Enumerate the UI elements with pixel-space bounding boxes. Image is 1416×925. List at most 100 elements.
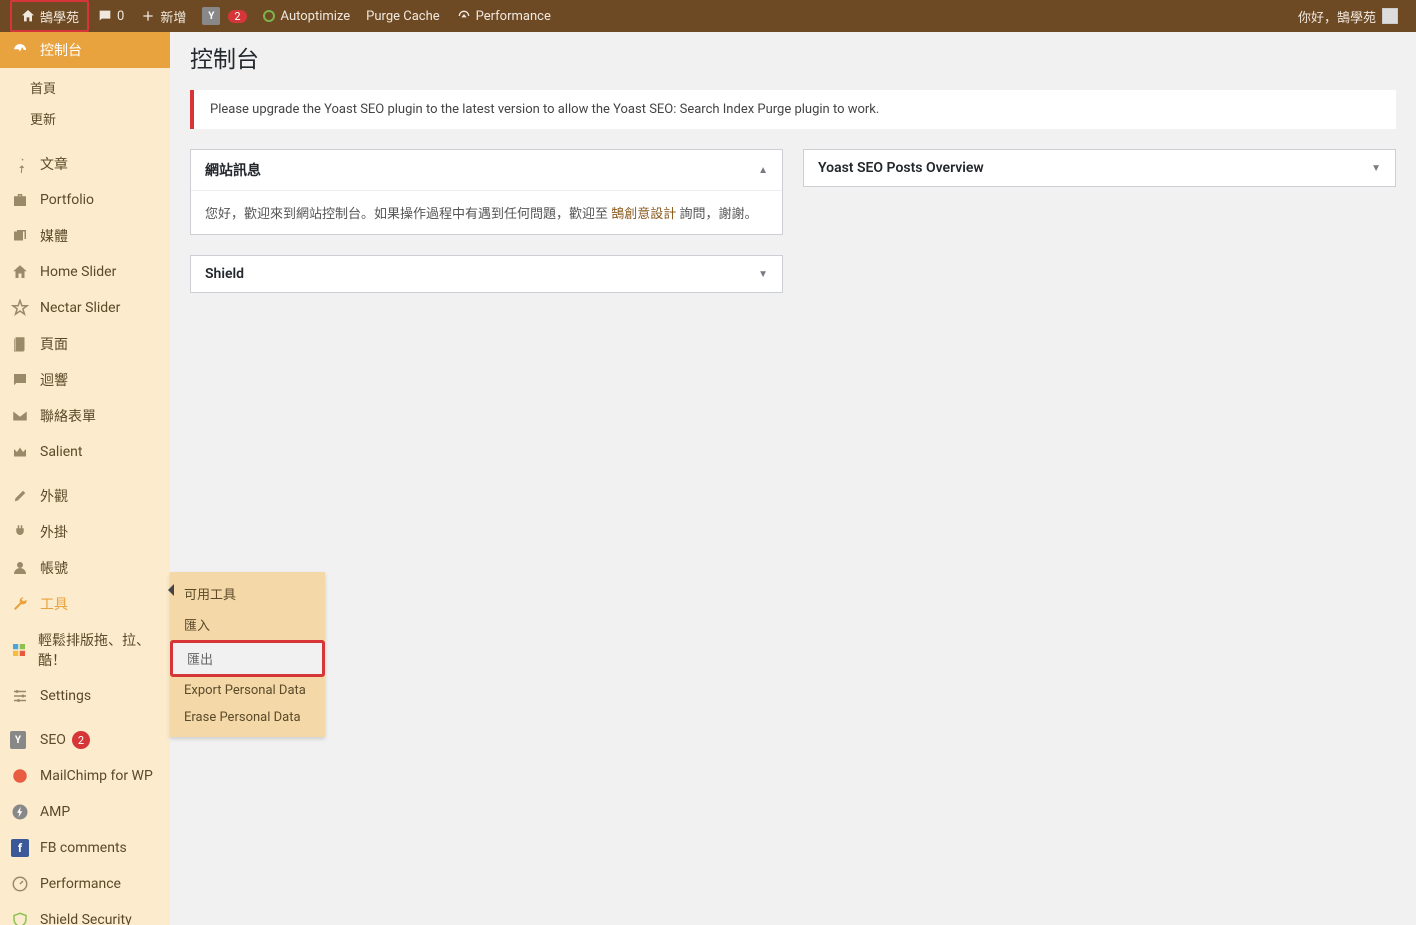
sidebar-item-label: Settings: [40, 688, 91, 704]
admin-sidebar: 控制台 首頁 更新 文章 Portfolio 媒體 Home Slider Ne…: [0, 32, 170, 925]
wrench-icon: [10, 594, 30, 614]
adminbar-autoptimize[interactable]: Autoptimize: [255, 0, 359, 32]
main-content: 控制台 Please upgrade the Yoast SEO plugin …: [170, 0, 1416, 313]
adminbar-site-link[interactable]: 鵠學苑: [10, 0, 89, 32]
facebook-icon: f: [10, 838, 30, 858]
flyout-export[interactable]: 匯出: [173, 643, 322, 674]
user-icon: [10, 558, 30, 578]
widget-title: Shield: [205, 266, 244, 282]
sidebar-item-contact[interactable]: 聯絡表單: [0, 398, 170, 434]
sidebar-item-appearance[interactable]: 外觀: [0, 478, 170, 514]
sidebar-item-label: 聯絡表單: [40, 406, 96, 426]
sliders-icon: [10, 686, 30, 706]
widget-site-info: 網站訊息 ▲ 您好，歡迎來到網站控制台。如果操作過程中有遇到任何問題，歡迎至 鵠…: [190, 149, 783, 235]
sidebar-item-portfolio[interactable]: Portfolio: [0, 182, 170, 218]
tools-flyout: 可用工具 匯入 匯出 Export Personal Data Erase Pe…: [170, 572, 325, 737]
bolt-icon: [10, 802, 30, 822]
yoast-icon: Y: [10, 730, 30, 750]
adminbar-yoast[interactable]: Y 2: [194, 0, 254, 32]
gauge-icon: [456, 8, 472, 24]
chevron-down-icon[interactable]: ▼: [758, 269, 768, 280]
sidebar-item-shield[interactable]: Shield Security: [0, 902, 170, 925]
adminbar-performance[interactable]: Performance: [448, 0, 559, 32]
sidebar-item-label: Shield Security: [40, 912, 132, 925]
sidebar-item-tools[interactable]: 工具 可用工具 匯入 匯出 Export Personal Data Erase…: [0, 586, 170, 622]
widget-shield-header[interactable]: Shield ▼: [191, 256, 782, 292]
media-icon: [10, 226, 30, 246]
home-icon: [10, 262, 30, 282]
sidebar-item-amp[interactable]: AMP: [0, 794, 170, 830]
adminbar-new-label: 新增: [160, 7, 186, 26]
sidebar-item-posts[interactable]: 文章: [0, 146, 170, 182]
sidebar-item-label: 控制台: [40, 40, 82, 60]
sidebar-item-label: Nectar Slider: [40, 300, 120, 316]
sidebar-item-label: 迴響: [40, 370, 68, 390]
adminbar-site-name: 鵠學苑: [40, 7, 79, 26]
sidebar-item-label: 外觀: [40, 486, 68, 506]
briefcase-icon: [10, 190, 30, 210]
sidebar-item-users[interactable]: 帳號: [0, 550, 170, 586]
sidebar-item-label: Home Slider: [40, 264, 116, 280]
sidebar-item-media[interactable]: 媒體: [0, 218, 170, 254]
chevron-down-icon[interactable]: ▼: [1371, 163, 1381, 174]
admin-bar: 鵠學苑 0 新增 Y 2 Autoptimize Purge Cache Per…: [0, 0, 1416, 32]
sidebar-item-visual-composer[interactable]: 輕鬆排版拖、拉、酷！: [0, 622, 170, 678]
flyout-erase-personal[interactable]: Erase Personal Data: [170, 704, 325, 731]
adminbar-purge-cache[interactable]: Purge Cache: [358, 0, 447, 32]
flyout-available-tools[interactable]: 可用工具: [170, 578, 325, 609]
sidebar-item-comments[interactable]: 迴響: [0, 362, 170, 398]
sidebar-item-label: MailChimp for WP: [40, 768, 153, 784]
sidebar-item-nectar-slider[interactable]: Nectar Slider: [0, 290, 170, 326]
yoast-icon: Y: [202, 7, 220, 25]
adminbar-comments[interactable]: 0: [89, 0, 132, 32]
sidebar-item-label: Portfolio: [40, 192, 94, 208]
chevron-up-icon[interactable]: ▲: [758, 165, 768, 176]
sidebar-item-label: 文章: [40, 154, 68, 174]
adminbar-new[interactable]: 新增: [132, 0, 194, 32]
adminbar-yoast-count: 2: [228, 10, 246, 23]
sidebar-item-fb-comments[interactable]: f FB comments: [0, 830, 170, 866]
sidebar-item-label: 頁面: [40, 334, 68, 354]
widget-site-info-header[interactable]: 網站訊息 ▲: [191, 150, 782, 191]
plug-icon: [10, 522, 30, 542]
avatar-icon: [1382, 8, 1398, 24]
brush-icon: [10, 486, 30, 506]
sidebar-item-mailchimp[interactable]: MailChimp for WP: [0, 758, 170, 794]
sidebar-item-label: 帳號: [40, 558, 68, 578]
shield-icon: [10, 910, 30, 925]
sidebar-item-label: FB comments: [40, 840, 127, 856]
star-icon: [10, 298, 30, 318]
dashboard-icon: [10, 40, 30, 60]
plus-icon: [140, 8, 156, 24]
comment-icon: [97, 8, 113, 24]
sidebar-item-label: AMP: [40, 804, 70, 820]
page-icon: [10, 334, 30, 354]
sidebar-item-pages[interactable]: 頁面: [0, 326, 170, 362]
notice-text: Please upgrade the Yoast SEO plugin to t…: [210, 102, 879, 117]
adminbar-user-greeting[interactable]: 你好，鵠學苑: [1290, 0, 1406, 32]
sidebar-sub-updates[interactable]: 更新: [0, 103, 170, 134]
site-info-text-post: 詢問，謝謝。: [676, 207, 757, 222]
sidebar-item-label: Salient: [40, 444, 82, 460]
site-info-link[interactable]: 鵠創意設計: [611, 207, 676, 222]
widget-site-info-body: 您好，歡迎來到網站控制台。如果操作過程中有遇到任何問題，歡迎至 鵠創意設計 詢問…: [191, 191, 782, 234]
sidebar-item-dashboard[interactable]: 控制台: [0, 32, 170, 68]
site-info-text-pre: 您好，歡迎來到網站控制台。如果操作過程中有遇到任何問題，歡迎至: [205, 207, 611, 222]
sidebar-sub-home[interactable]: 首頁: [0, 72, 170, 103]
sidebar-item-label: 媒體: [40, 226, 68, 246]
flyout-import[interactable]: 匯入: [170, 609, 325, 640]
adminbar-greeting-text: 你好，鵠學苑: [1298, 7, 1376, 26]
sidebar-item-home-slider[interactable]: Home Slider: [0, 254, 170, 290]
sidebar-item-salient[interactable]: Salient: [0, 434, 170, 470]
pin-icon: [10, 154, 30, 174]
sidebar-item-performance[interactable]: Performance: [0, 866, 170, 902]
sidebar-item-seo[interactable]: Y SEO 2: [0, 722, 170, 758]
flyout-export-personal[interactable]: Export Personal Data: [170, 677, 325, 704]
sidebar-item-settings[interactable]: Settings: [0, 678, 170, 714]
adminbar-purge-label: Purge Cache: [366, 9, 439, 24]
sidebar-item-label: 工具: [40, 594, 68, 614]
adminbar-comments-count: 0: [117, 9, 124, 24]
widget-yoast-header[interactable]: Yoast SEO Posts Overview ▼: [804, 150, 1395, 186]
sidebar-item-plugins[interactable]: 外掛: [0, 514, 170, 550]
widget-title: 網站訊息: [205, 160, 261, 180]
